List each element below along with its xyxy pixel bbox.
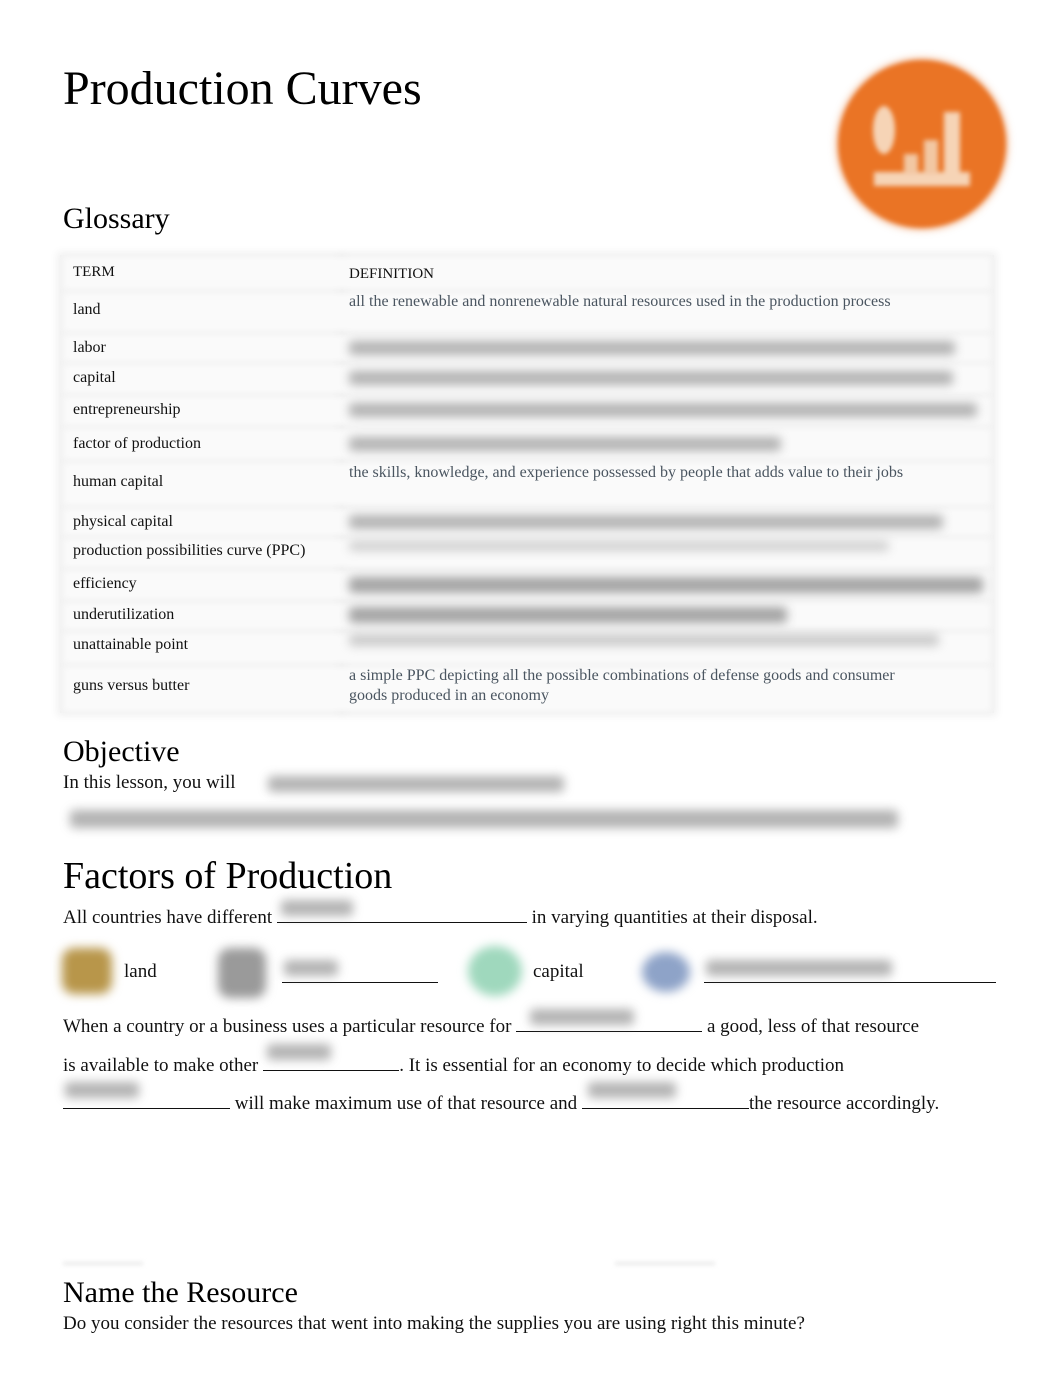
glossary-heading: Glossary [63,202,170,235]
term: efficiency [73,575,137,592]
logo [838,60,1006,228]
entrepreneurship-icon [642,952,690,992]
term: guns versus butter [73,677,190,694]
column-header-definition: DEFINITION [349,266,434,282]
labor-icon [218,948,266,998]
obscured-objective-part1 [268,776,564,792]
term: human capital [73,473,164,490]
definition: all the renewable and nonrenewable natur… [349,293,891,310]
divider [615,1262,715,1265]
table-header-row: TERM DEFINITION [60,255,994,291]
obscured-answer [65,1082,139,1098]
term: production possibilities curve (PPC) [73,542,306,559]
obscured-answer [267,1044,332,1060]
sentence-before: All countries have different [63,907,273,928]
table-row: capital [60,363,994,395]
obscured-definition [349,437,781,451]
obscured-definition [349,515,943,529]
objective-text: In this lesson, you will [63,772,236,794]
obscured-definition [349,634,939,646]
paragraph-line-1: When a country or a business uses a part… [63,1009,920,1038]
definition: the skills, knowledge, and experience po… [349,464,904,481]
obscured-definition [349,403,977,417]
obscured-definition [349,607,787,623]
fill-blank-input[interactable] [581,1082,749,1109]
term: underutilization [73,606,175,623]
column-header-term: TERM [73,264,115,280]
text-segment: . It is essential for an economy to deci… [399,1055,845,1076]
term: capital [73,369,116,386]
resource-label-land: land [124,961,157,982]
table-row: human capital the skills, knowledge, and… [60,461,994,507]
table-row: production possibilities curve (PPC) [60,537,994,569]
obscured-definition [349,341,955,355]
paragraph-line-2: is available to make other . It is essen… [63,1044,845,1077]
obscured-answer [587,1082,676,1098]
objective-lead: In this lesson, you will [63,772,236,793]
text-segment: is available to make other [63,1055,259,1076]
page-title: Production Curves [63,62,422,115]
fill-blank-input[interactable] [276,900,527,923]
obscured-answer [706,960,892,976]
term: factor of production [73,435,201,452]
divider [63,1262,143,1265]
text-segment: When a country or a business uses a part… [63,1016,512,1037]
factors-sentence: All countries have different in varying … [63,900,818,929]
fill-blank-input[interactable] [63,1082,230,1109]
obscured-answer [284,960,338,976]
table-row: underutilization [60,601,994,631]
term: entrepreneurship [73,401,181,418]
obscured-definition [349,541,889,551]
obscured-objective-part2 [70,810,898,828]
term: labor [73,339,106,356]
term: physical capital [73,513,173,530]
objective-heading: Objective [63,735,180,768]
capital-icon [468,946,522,996]
name-resource-question: Do you consider the resources that went … [63,1313,805,1334]
obscured-answer [530,1009,635,1025]
term: unattainable point [73,636,189,653]
text-segment: a good, less of that resource [706,1016,920,1037]
name-resource-heading: Name the Resource [63,1276,298,1309]
table-row: land all the renewable and nonrenewable … [60,291,994,333]
glossary-table: TERM DEFINITION land all the renewable a… [60,255,994,713]
fill-blank-labor[interactable] [282,960,438,983]
table-row: unattainable point [60,631,994,665]
obscured-answer [280,900,353,916]
definition: a simple PPC depicting all the possible … [349,667,895,704]
obscured-definition [349,577,983,593]
land-icon [62,948,112,994]
table-row: guns versus butter a simple PPC depictin… [60,665,994,713]
resource-label-capital: capital [533,961,584,982]
obscured-definition [349,371,953,385]
text-segment: will make maximum use of that resource a… [234,1093,578,1114]
fill-blank-input[interactable] [263,1044,400,1071]
table-row: efficiency [60,569,994,601]
factors-heading: Factors of Production [63,855,393,897]
text-segment: the resource accordingly. [748,1093,940,1114]
dollar-bar-chart-icon [873,106,970,186]
paragraph-line-3: will make maximum use of that resource a… [63,1082,940,1115]
term: land [73,301,101,318]
fill-blank-input[interactable] [516,1009,703,1032]
table-row: entrepreneurship [60,395,994,427]
table-row: labor [60,333,994,363]
sentence-after: in varying quantities at their disposal. [531,907,818,928]
table-row: factor of production [60,427,994,461]
table-row: physical capital [60,507,994,537]
fill-blank-entrepreneurship[interactable] [704,960,996,983]
